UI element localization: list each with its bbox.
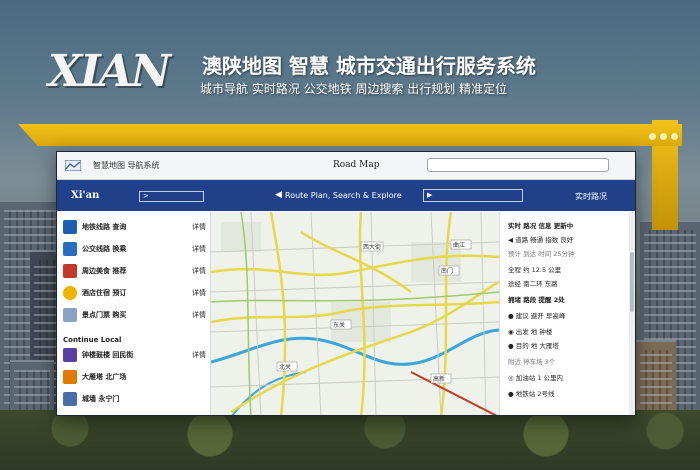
map-icon xyxy=(65,160,81,171)
list-item[interactable]: 大雁塔 北广场 xyxy=(63,368,206,386)
list-item[interactable]: 酒店住宿 预订 详情 xyxy=(63,284,206,302)
right-panel: 实时 路况 信息 更新中 ◀ 道路 畅通 指数 良好 预计 到达 时间 25分钟… xyxy=(499,212,635,415)
section-title: Continue Local xyxy=(63,336,122,344)
nav-dropdown[interactable]: > xyxy=(139,191,204,202)
map-label: 南门 xyxy=(441,267,453,275)
hotel-icon xyxy=(63,286,77,300)
ticket-icon xyxy=(63,308,77,322)
list-item-label: 酒店住宿 预订 xyxy=(82,289,127,297)
list-item-meta[interactable]: 详情 xyxy=(182,222,206,232)
map-canvas[interactable]: 西大街 南门 东关 北关 高新 曲江 xyxy=(211,212,499,416)
app-window: 智慧地图 导航系统 Road Map Xi'an > ◀ Route Plan,… xyxy=(56,151,636,416)
map-label: 高新 xyxy=(433,375,445,383)
list-item[interactable]: 城墙 永宁门 xyxy=(63,390,206,408)
list-item-label: 城墙 永宁门 xyxy=(82,395,120,403)
list-item-label: 地铁线路 查询 xyxy=(82,223,127,231)
pin-icon xyxy=(63,348,77,362)
list-item-label: 钟楼鼓楼 回民街 xyxy=(82,351,134,359)
tree-line xyxy=(0,410,700,470)
info-line: ◀ 道路 畅通 指数 良好 xyxy=(508,236,574,244)
list-item-meta[interactable]: 详情 xyxy=(182,310,206,320)
main-content: 地铁线路 查询 详情 公交线路 换乘 详情 周边美食 推荐 详情 酒店住宿 预订… xyxy=(57,212,635,415)
info-line[interactable]: ● 建议 避开 早高峰 xyxy=(508,310,565,320)
subheadline: 城市导航 实时路况 公交地铁 周边搜索 出行规划 精准定位 xyxy=(200,82,508,96)
info-line[interactable]: ● 地铁站 2号线 xyxy=(508,388,554,398)
title-bar: 智慧地图 导航系统 Road Map xyxy=(57,152,635,180)
bus-icon xyxy=(63,242,77,256)
nav-brand[interactable]: Xi'an xyxy=(71,190,99,201)
navbar: Xi'an > ◀ Route Plan, Search & Explore ▶… xyxy=(57,180,635,211)
list-item-label: 周边美食 推荐 xyxy=(82,267,127,275)
list-item[interactable]: 地铁线路 查询 详情 xyxy=(63,218,206,236)
nav-route-field[interactable]: ▶ xyxy=(423,189,523,202)
list-item-meta[interactable]: 详情 xyxy=(182,266,206,276)
info-line[interactable]: ◉ 出发 地 钟楼 xyxy=(508,326,552,336)
scrollbar-thumb[interactable] xyxy=(630,252,634,312)
list-item-meta[interactable]: 详情 xyxy=(182,244,206,254)
map-view[interactable]: 西大街 南门 东关 北关 高新 曲江 xyxy=(211,212,499,416)
nav-route-text: Route Plan, Search & Explore xyxy=(285,191,402,200)
info-line: 附近 停车场 3个 xyxy=(508,358,556,366)
info-line[interactable]: ● 目的 地 大雁塔 xyxy=(508,340,559,350)
map-label: 东关 xyxy=(333,321,345,329)
info-line: 拥堵 路段 提醒 2处 xyxy=(508,296,565,304)
list-item-label: 景点门票 购买 xyxy=(82,311,127,319)
yellow-ribbon xyxy=(18,124,682,146)
headline: 澳陕地图 智慧 城市交通出行服务系统 xyxy=(202,54,536,78)
brand-logo: XIAN xyxy=(48,46,171,97)
list-item-meta[interactable]: 详情 xyxy=(182,288,206,298)
list-item-label: 公交线路 换乘 xyxy=(82,245,127,253)
search-input[interactable] xyxy=(427,158,609,172)
list-item[interactable]: 景点门票 购买 详情 xyxy=(63,306,206,324)
list-item[interactable]: 公交线路 换乘 详情 xyxy=(63,240,206,258)
list-item-meta[interactable]: 详情 xyxy=(182,350,206,360)
center-title: Road Map xyxy=(333,160,380,170)
info-line[interactable]: ◎ 加油站 1 公里内 xyxy=(508,372,563,382)
ribbon-dots xyxy=(649,133,678,140)
info-line: 途经 南二环 东路 xyxy=(508,280,558,288)
info-line: 预计 到达 时间 25分钟 xyxy=(508,250,575,258)
list-item[interactable]: 周边美食 推荐 详情 xyxy=(63,262,206,280)
window-title: 智慧地图 导航系统 xyxy=(93,161,160,170)
list-item-label: 大雁塔 北广场 xyxy=(82,373,127,381)
list-item[interactable]: 钟楼鼓楼 回民街 详情 xyxy=(63,346,206,364)
info-line: 实时 路况 信息 更新中 xyxy=(508,222,574,230)
wall-icon xyxy=(63,392,77,406)
back-arrow-icon[interactable]: ◀ xyxy=(275,190,282,200)
map-label: 曲江 xyxy=(453,241,465,249)
map-label: 西大街 xyxy=(363,243,381,251)
left-panel: 地铁线路 查询 详情 公交线路 换乘 详情 周边美食 推荐 详情 酒店住宿 预订… xyxy=(57,212,211,415)
pagoda-icon xyxy=(63,370,77,384)
food-icon xyxy=(63,264,77,278)
metro-icon xyxy=(63,220,77,234)
right-panel-scrollbar[interactable] xyxy=(629,212,635,415)
nav-traffic-link[interactable]: 实时路况 xyxy=(575,191,607,202)
map-label: 北关 xyxy=(279,363,291,371)
info-line: 全程 约 12.5 公里 xyxy=(508,266,562,274)
